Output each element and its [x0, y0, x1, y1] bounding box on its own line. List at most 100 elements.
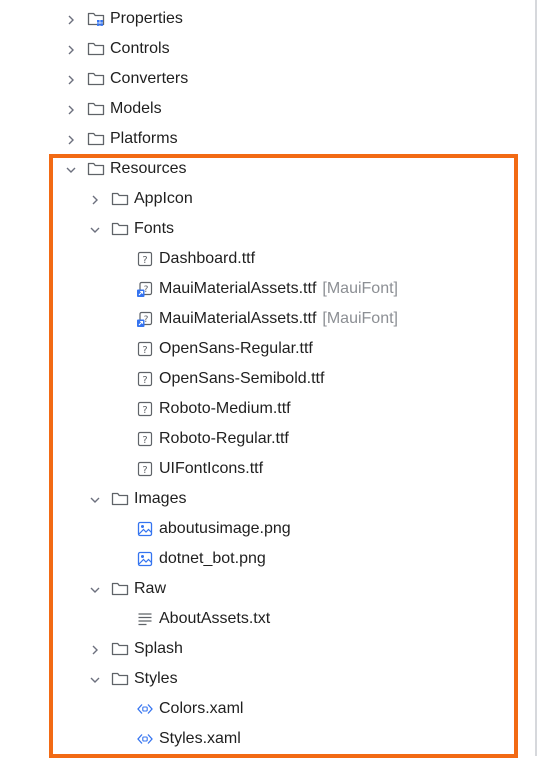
file-name: Splash: [134, 640, 183, 657]
folder-icon: [87, 40, 105, 58]
tree-folder-row[interactable]: Properties: [0, 4, 537, 34]
svg-text:?: ?: [142, 435, 147, 446]
file-name: Raw: [134, 580, 167, 597]
chevron-right-icon[interactable]: [65, 133, 77, 145]
file-name: Properties: [110, 10, 183, 27]
folder-icon: [87, 160, 105, 178]
tree-item-label: Platforms: [110, 130, 178, 148]
file-name: AppIcon: [134, 190, 193, 207]
tree-item-label: OpenSans-Semibold.ttf: [159, 370, 324, 388]
tree-item-label: Splash: [134, 640, 183, 658]
tree-file-row[interactable]: Styles.xaml: [0, 724, 537, 754]
tree-file-row[interactable]: ? Roboto-Medium.ttf: [0, 394, 537, 424]
file-name: Converters: [110, 70, 189, 87]
xaml-file-icon: [136, 730, 154, 748]
file-name: Roboto-Medium.ttf: [159, 400, 291, 417]
chevron-right-icon[interactable]: [65, 103, 77, 115]
chevron-down-icon[interactable]: [65, 163, 77, 175]
tree-file-row[interactable]: ? OpenSans-Semibold.ttf: [0, 364, 537, 394]
tree-folder-row[interactable]: Raw: [0, 574, 537, 604]
chevron-down-icon[interactable]: [89, 223, 101, 235]
tree-folder-row[interactable]: Fonts: [0, 214, 537, 244]
build-action-hint: [MauiFont]: [322, 280, 398, 297]
tree-file-row[interactable]: dotnet_bot.png: [0, 544, 537, 574]
chevron-right-icon[interactable]: [89, 643, 101, 655]
file-name: UIFontIcons.ttf: [159, 460, 264, 477]
tree-item-label: Resources: [110, 160, 186, 178]
unknown-file-icon: ?: [136, 340, 154, 358]
chevron-right-icon[interactable]: [65, 13, 77, 25]
tree-item-label: Styles.xaml: [159, 730, 241, 748]
file-name: Colors.xaml: [159, 700, 244, 717]
file-name: Models: [110, 100, 162, 117]
chevron-right-icon[interactable]: [65, 43, 77, 55]
file-name: Images: [134, 490, 187, 507]
tree-file-row[interactable]: Colors.xaml: [0, 694, 537, 724]
image-file-icon: [136, 550, 154, 568]
tree-item-label: AboutAssets.txt: [159, 610, 270, 628]
chevron-right-icon[interactable]: [89, 193, 101, 205]
tree-folder-row[interactable]: Platforms: [0, 124, 537, 154]
svg-text:?: ?: [142, 345, 147, 356]
file-name: Resources: [110, 160, 187, 177]
tree-folder-row[interactable]: Converters: [0, 64, 537, 94]
tree-folder-row[interactable]: Styles: [0, 664, 537, 694]
tree-folder-row[interactable]: AppIcon: [0, 184, 537, 214]
file-name: aboutusimage.png: [159, 520, 291, 537]
tree-file-row[interactable]: ? Dashboard.ttf: [0, 244, 537, 274]
unknown-file-icon: ?: [136, 430, 154, 448]
file-name: Styles.xaml: [159, 730, 241, 747]
tree-file-row[interactable]: AboutAssets.txt: [0, 604, 537, 634]
linked-file-icon: ?: [136, 310, 154, 328]
tree-file-row[interactable]: ? MauiMaterialAssets.ttf [MauiFont]: [0, 274, 537, 304]
tree-folder-row[interactable]: Models: [0, 94, 537, 124]
folder-icon: [87, 130, 105, 148]
svg-text:?: ?: [142, 465, 147, 476]
tree-file-row[interactable]: aboutusimage.png: [0, 514, 537, 544]
tree-item-label: aboutusimage.png: [159, 520, 291, 538]
chevron-down-icon[interactable]: [89, 493, 101, 505]
tree-file-row[interactable]: ? Roboto-Regular.ttf: [0, 424, 537, 454]
file-name: OpenSans-Semibold.ttf: [159, 370, 325, 387]
unknown-file-icon: ?: [136, 370, 154, 388]
tree-folder-row[interactable]: Controls: [0, 34, 537, 64]
folder-icon: [87, 70, 105, 88]
file-name: Fonts: [134, 220, 175, 237]
folder-icon: [111, 640, 129, 658]
tree-item-label: Dashboard.ttf: [159, 250, 255, 268]
xaml-file-icon: [136, 700, 154, 718]
tree-item-label: Converters: [110, 70, 188, 88]
tree-file-row[interactable]: ? OpenSans-Regular.ttf: [0, 334, 537, 364]
svg-text:?: ?: [142, 375, 147, 386]
text-file-icon: [136, 610, 154, 628]
file-name: MauiMaterialAssets.ttf: [159, 280, 317, 297]
tree-folder-row[interactable]: Images: [0, 484, 537, 514]
file-name: dotnet_bot.png: [159, 550, 266, 567]
chevron-down-icon[interactable]: [89, 583, 101, 595]
tree-item-label: Controls: [110, 40, 170, 58]
tree-item-label: MauiMaterialAssets.ttf [MauiFont]: [159, 280, 398, 298]
tree-folder-row[interactable]: Splash: [0, 634, 537, 664]
chevron-down-icon[interactable]: [89, 673, 101, 685]
file-name: MauiMaterialAssets.ttf: [159, 310, 317, 327]
tree-item-label: Colors.xaml: [159, 700, 243, 718]
file-name: Dashboard.ttf: [159, 250, 256, 267]
tree-folder-row[interactable]: Resources: [0, 154, 537, 184]
chevron-right-icon[interactable]: [65, 73, 77, 85]
folder-icon: [111, 490, 129, 508]
tree-file-row[interactable]: ? UIFontIcons.ttf: [0, 454, 537, 484]
file-name: Roboto-Regular.ttf: [159, 430, 289, 447]
linked-file-icon: ?: [136, 280, 154, 298]
tree-item-label: Roboto-Regular.ttf: [159, 430, 289, 448]
tree-file-row[interactable]: ? MauiMaterialAssets.ttf [MauiFont]: [0, 304, 537, 334]
unknown-file-icon: ?: [136, 400, 154, 418]
svg-text:?: ?: [142, 405, 147, 416]
image-file-icon: [136, 520, 154, 538]
tree-item-label: AppIcon: [134, 190, 193, 208]
tree-item-label: Roboto-Medium.ttf: [159, 400, 291, 418]
properties-folder-icon: [87, 10, 105, 28]
tree-item-label: OpenSans-Regular.ttf: [159, 340, 313, 358]
build-action-hint: [MauiFont]: [322, 310, 398, 327]
tree-item-label: MauiMaterialAssets.ttf [MauiFont]: [159, 310, 398, 328]
tree-item-label: Images: [134, 490, 186, 508]
